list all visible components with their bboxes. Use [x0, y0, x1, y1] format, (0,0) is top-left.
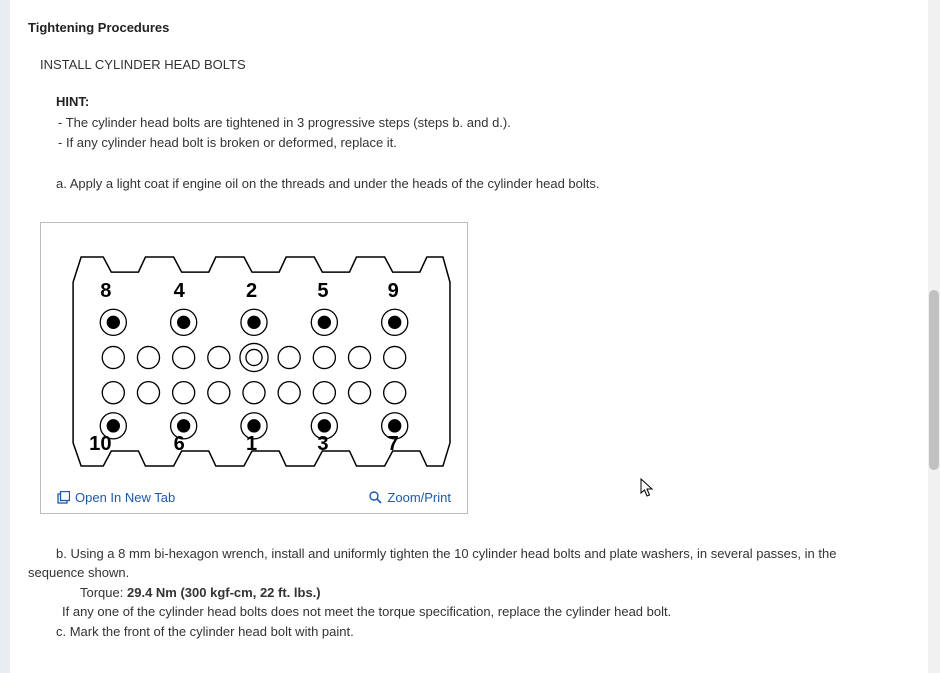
scrollbar-thumb[interactable]	[929, 290, 939, 470]
step-c-text: c. Mark the front of the cylinder head b…	[56, 622, 912, 642]
torque-line: Torque: 29.4 Nm (300 kgf-cm, 22 ft. lbs.…	[80, 583, 912, 603]
diagram-controls: Open In New Tab Zoom/Print	[53, 490, 455, 505]
bolt-num: 6	[174, 432, 185, 454]
bolt-num: 8	[100, 280, 111, 302]
bolt-num: 1	[246, 432, 257, 454]
bolt-num: 2	[246, 280, 257, 302]
open-new-tab-link[interactable]: Open In New Tab	[57, 490, 175, 505]
bolt-num: 9	[388, 280, 399, 302]
hint-list: The cylinder head bolts are tightened in…	[56, 113, 912, 152]
step-b-text-line2: sequence shown.	[28, 563, 912, 583]
bolt-num: 4	[174, 280, 186, 302]
open-new-tab-label: Open In New Tab	[75, 490, 175, 505]
replace-note: If any one of the cylinder head bolts do…	[62, 602, 912, 622]
document-content: Tightening Procedures INSTALL CYLINDER H…	[10, 0, 928, 673]
step-b-paragraph: b. Using a 8 mm bi-hexagon wrench, insta…	[28, 544, 912, 583]
bolt-num: 10	[89, 432, 111, 454]
hint-item: If any cylinder head bolt is broken or d…	[56, 133, 912, 153]
zoom-print-link[interactable]: Zoom/Print	[369, 490, 451, 505]
hint-label: HINT:	[56, 94, 912, 109]
torque-label: Torque:	[80, 585, 123, 600]
section-title: Tightening Procedures	[28, 20, 912, 35]
subsection-title: INSTALL CYLINDER HEAD BOLTS	[40, 57, 912, 72]
bolt-num: 3	[317, 432, 328, 454]
bolt-num: 5	[317, 280, 328, 302]
scrollbar-track[interactable]	[928, 0, 940, 673]
bolt-num: 7	[388, 432, 399, 454]
magnify-icon	[369, 491, 382, 504]
new-tab-icon	[57, 491, 70, 504]
step-b-text-line1: b. Using a 8 mm bi-hexagon wrench, insta…	[56, 546, 836, 561]
torque-value: 29.4 Nm (300 kgf-cm, 22 ft. lbs.)	[127, 585, 321, 600]
zoom-print-label: Zoom/Print	[387, 490, 451, 505]
diagram-container: 8 4 2 5 9 10 6 1 3 7 Open In New Tab	[40, 222, 468, 514]
diagram-image: 8 4 2 5 9 10 6 1 3 7	[53, 233, 455, 482]
hint-item: The cylinder head bolts are tightened in…	[56, 113, 912, 133]
step-a-text: a. Apply a light coat if engine oil on t…	[56, 174, 912, 194]
